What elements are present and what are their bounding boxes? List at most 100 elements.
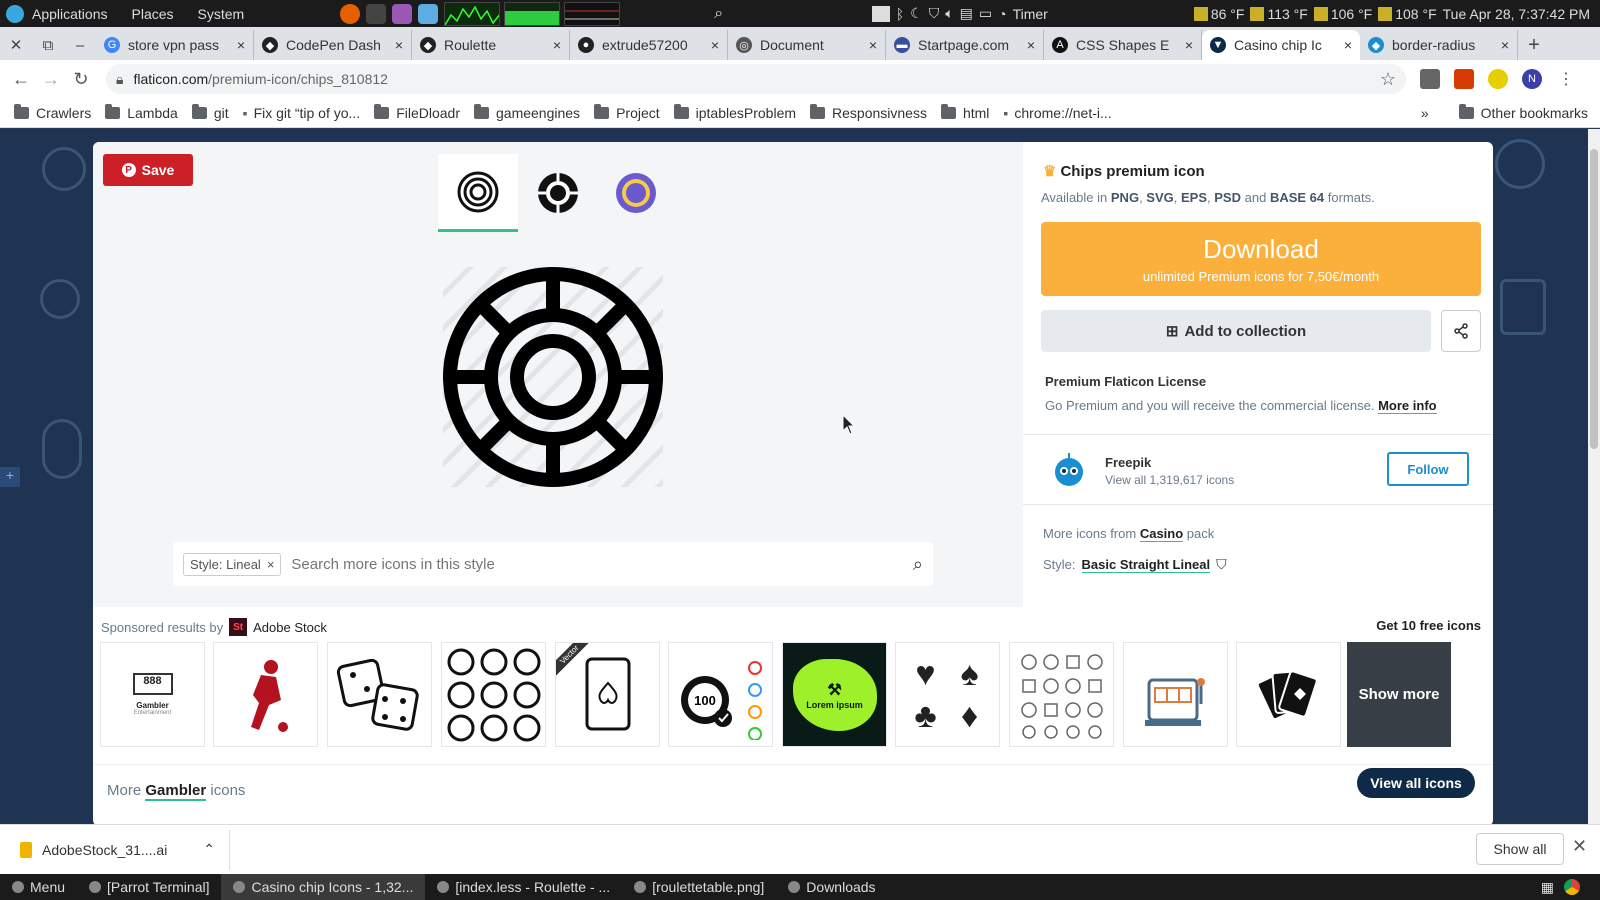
remove-tag-icon[interactable]: ×: [267, 557, 275, 572]
bookmark-item[interactable]: html: [940, 103, 989, 121]
applications-menu[interactable]: Applications: [32, 6, 108, 22]
add-to-collection-button[interactable]: ⊞ Add to collection: [1041, 310, 1431, 352]
tab-close-icon[interactable]: ×: [1185, 37, 1193, 53]
taskbar-menu-button[interactable]: Menu: [0, 874, 77, 900]
variant-glyph[interactable]: [518, 154, 598, 232]
style-link[interactable]: Basic Straight Lineal: [1081, 557, 1211, 573]
firefox-launcher-icon[interactable]: [340, 3, 361, 24]
other-bookmarks-folder[interactable]: Other bookmarks: [1458, 103, 1588, 121]
tab-close-icon[interactable]: ×: [869, 37, 877, 53]
bookmark-item[interactable]: Lambda: [105, 103, 178, 121]
sponsored-item-cards-hand[interactable]: [1236, 642, 1341, 747]
volume-icon[interactable]: 🔈︎: [945, 5, 953, 22]
pack-link[interactable]: Casino: [1139, 526, 1184, 542]
address-bar[interactable]: 🔒︎ flaticon.com/premium-icon/chips_81081…: [106, 64, 1406, 94]
scrollbar-thumb[interactable]: [1590, 149, 1598, 449]
bookmark-item[interactable]: git: [191, 103, 229, 121]
timer-icon[interactable]: ◔: [998, 6, 1006, 22]
bookmark-item[interactable]: Responsivness: [810, 103, 927, 121]
browser-tab[interactable]: ◆ border-radius ×: [1360, 30, 1518, 60]
sponsored-item-slot-machine[interactable]: [1123, 642, 1228, 747]
variant-color[interactable]: [596, 154, 676, 232]
tray-app-icon[interactable]: [871, 5, 890, 22]
style-filter-tag[interactable]: Style: Lineal ×: [183, 552, 282, 576]
new-tab-button[interactable]: +: [1518, 30, 1550, 60]
lock-icon[interactable]: 🔒︎: [116, 71, 123, 88]
tab-close-icon[interactable]: ×: [395, 37, 403, 53]
sponsored-item-gambler[interactable]: 888 Gambler Entertainment: [100, 642, 205, 747]
sponsored-item-chip-set[interactable]: [441, 642, 546, 747]
bookmark-item[interactable]: Crawlers: [14, 103, 91, 121]
share-button[interactable]: [1441, 310, 1481, 352]
sponsored-item-100-chip[interactable]: 100: [668, 642, 773, 747]
clipboard-icon[interactable]: ▤: [960, 5, 973, 22]
taskbar-task[interactable]: Downloads: [776, 874, 887, 900]
tab-close-icon[interactable]: ×: [711, 37, 719, 53]
extension-red-icon[interactable]: [1454, 69, 1474, 89]
author-icon-count[interactable]: View all 1,319,617 icons: [1105, 473, 1234, 487]
browser-tab[interactable]: ▬ Startpage.com ×: [886, 30, 1044, 60]
close-shelf-icon[interactable]: ✕: [1572, 836, 1587, 857]
bookmark-item[interactable]: FileDloadr: [374, 103, 460, 121]
view-all-icons-button[interactable]: View all icons: [1357, 768, 1475, 798]
taskbar-task[interactable]: Casino chip Icons - 1,32...: [221, 874, 426, 900]
taskbar-task[interactable]: [Parrot Terminal]: [77, 874, 221, 900]
restore-window-icon[interactable]: ⧉: [32, 30, 64, 60]
tab-close-icon[interactable]: ×: [1344, 37, 1352, 53]
author-name[interactable]: Freepik: [1105, 455, 1151, 470]
sponsored-item-icon-sheet[interactable]: [1009, 642, 1114, 747]
timer-label[interactable]: Timer: [1013, 6, 1048, 22]
close-modal-button[interactable]: ✕: [1432, 150, 1454, 181]
bookmark-item[interactable]: ▪ Fix git “tip of yo...: [243, 105, 361, 121]
bookmark-item[interactable]: ▪ chrome://net-i...: [1003, 105, 1111, 121]
editor-launcher-icon[interactable]: [392, 3, 413, 24]
forward-button[interactable]: →: [36, 69, 66, 90]
reload-button[interactable]: ↻: [66, 69, 96, 90]
bookmark-item[interactable]: gameengines: [474, 103, 580, 121]
show-all-downloads-button[interactable]: Show all: [1476, 833, 1564, 865]
parrot-logo-icon[interactable]: [6, 4, 24, 23]
browser-tab[interactable]: ▼ Casino chip Ic ×: [1202, 30, 1360, 60]
bookmark-item[interactable]: Project: [594, 103, 660, 121]
sidebar-plus-tab[interactable]: +: [0, 467, 20, 487]
notes-launcher-icon[interactable]: [418, 3, 439, 24]
sponsored-item-suits[interactable]: ♥ ♠ ♣ ♦: [895, 642, 1000, 747]
tray-chrome-icon[interactable]: [1564, 879, 1580, 895]
taskbar-task[interactable]: [index.less - Roulette - ...: [425, 874, 622, 900]
get-free-icons-link[interactable]: Get 10 free icons: [1376, 618, 1481, 633]
browser-tab[interactable]: Gstore vpn pass ×: [96, 30, 254, 60]
show-more-button[interactable]: Show more: [1347, 642, 1451, 747]
page-scrollbar[interactable]: [1588, 129, 1600, 824]
browser-tab[interactable]: ● extrude57200 ×: [570, 30, 728, 60]
cast-extension-icon[interactable]: [1420, 69, 1440, 89]
tab-close-icon[interactable]: ×: [1501, 37, 1509, 53]
sponsored-item-soccer[interactable]: [213, 642, 318, 747]
bookmarks-overflow-button[interactable]: »: [1421, 105, 1429, 121]
chevron-up-icon[interactable]: ⌃: [203, 841, 215, 858]
sponsored-item-card[interactable]: Vector: [555, 642, 660, 747]
bluetooth-icon[interactable]: ᛒ: [896, 6, 904, 22]
more-info-link[interactable]: More info: [1378, 398, 1437, 414]
tray-network-icon[interactable]: ▦: [1541, 879, 1554, 896]
minimize-window-icon[interactable]: –: [64, 30, 96, 60]
close-window-icon[interactable]: ✕: [0, 30, 32, 60]
tab-close-icon[interactable]: ×: [553, 37, 561, 53]
bookmark-item[interactable]: iptablesProblem: [673, 103, 796, 121]
download-item[interactable]: AdobeStock_31....ai ⌃: [20, 829, 230, 870]
clock[interactable]: Tue Apr 28, 7:37:42 PM: [1443, 6, 1590, 22]
places-menu[interactable]: Places: [132, 6, 174, 22]
shield-icon[interactable]: ⛉: [929, 5, 940, 22]
sponsored-item-lorem-badge[interactable]: ⚒ Lorem ipsum: [782, 642, 887, 747]
download-button[interactable]: Download unlimited Premium icons for 7,5…: [1041, 222, 1481, 296]
terminal-launcher-icon[interactable]: [366, 3, 387, 24]
browser-menu-icon[interactable]: ⋮: [1558, 69, 1574, 89]
variant-lineal[interactable]: [438, 154, 518, 232]
follow-button[interactable]: Follow: [1387, 452, 1469, 486]
extension-yellow-icon[interactable]: [1488, 69, 1508, 89]
night-mode-icon[interactable]: ☾: [910, 5, 923, 22]
taskbar-task[interactable]: [roulettetable.png]: [622, 874, 776, 900]
search-icon[interactable]: ⌕: [714, 5, 723, 23]
screen-icon[interactable]: ▭: [979, 5, 992, 22]
search-icon[interactable]: ⌕: [913, 554, 923, 575]
back-button[interactable]: ←: [6, 69, 36, 90]
